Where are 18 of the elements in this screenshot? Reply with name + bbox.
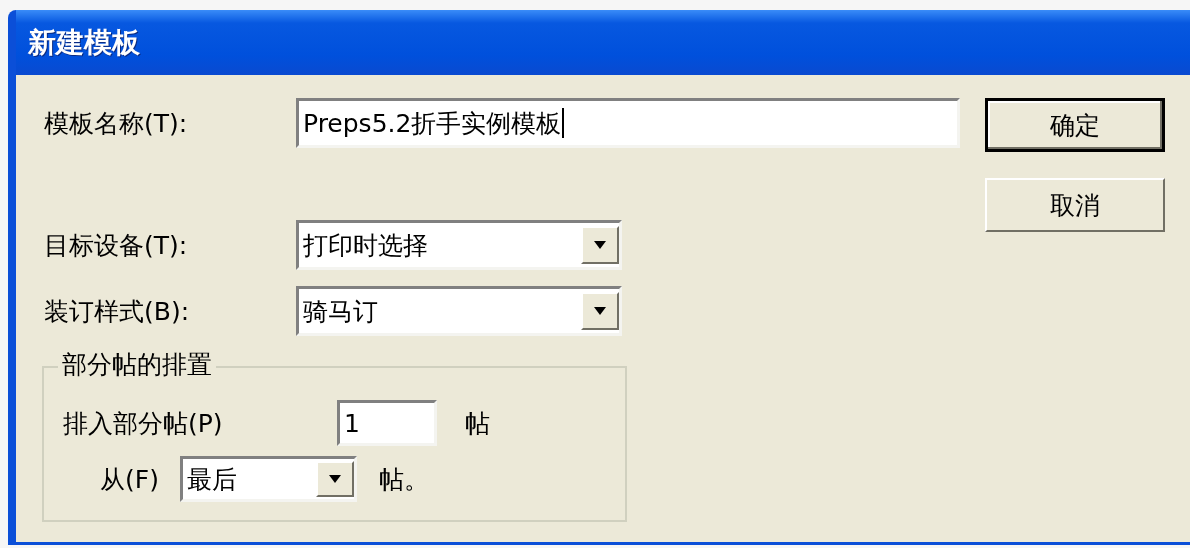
ok-button[interactable]: 确定	[985, 98, 1165, 152]
field-label: 模板名称(T):	[44, 107, 189, 140]
unit-label: 帖。	[379, 463, 429, 496]
dropdown-field[interactable]: 骑马订	[296, 286, 622, 336]
field-label: 从(F)	[100, 463, 160, 496]
dropdown-icon[interactable]	[316, 461, 354, 497]
field-label: 目标设备(T):	[44, 229, 189, 262]
field-label: 排入部分帖(P)	[63, 407, 224, 440]
dropdown-field[interactable]: 打印时选择	[296, 220, 622, 270]
dropdown-icon[interactable]	[581, 226, 619, 264]
name-field[interactable]: Preps5.2折手实例模板	[296, 98, 960, 148]
cancel-button[interactable]: 取消	[985, 178, 1165, 232]
unit-label: 帖	[465, 407, 490, 440]
field-label: 装订样式(B):	[44, 295, 191, 328]
dropdown-icon[interactable]	[581, 292, 619, 330]
window-title: 新建模板	[28, 24, 140, 61]
count-field[interactable]: 1	[337, 400, 437, 446]
dropdown-field[interactable]: 最后	[180, 456, 357, 502]
